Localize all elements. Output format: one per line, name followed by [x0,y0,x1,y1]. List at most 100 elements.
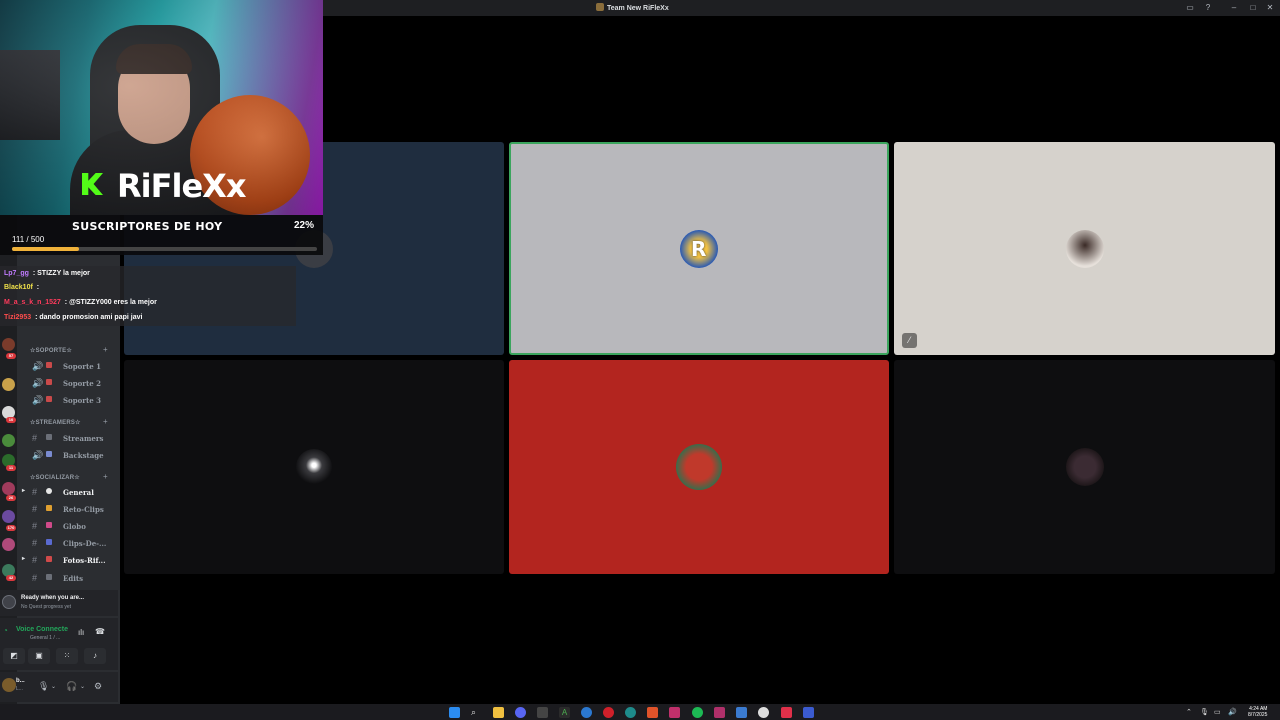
noise-suppression-icon[interactable]: ılı [78,628,84,637]
username[interactable]: b... [16,678,25,684]
channel-general[interactable]: ▸ # General [22,484,114,499]
channel-label: Soporte 2 [63,379,101,388]
channel-label: Streamers [63,434,104,443]
voice-status[interactable]: Voice Connecte [16,626,68,633]
camera-button[interactable]: ◩ [3,648,25,664]
channel-label: General [63,488,94,497]
volume-icon[interactable]: 🔊 [1228,708,1237,716]
headphones-icon[interactable]: 🎧 [66,681,77,692]
system-clock[interactable]: 4:24 AM 8/7/2025 [1248,706,1267,718]
channel-backstage[interactable]: 🔊 Backstage [24,447,114,462]
chat-username: Black10f [4,284,33,291]
participant-tile-3[interactable]: ⁄ [894,142,1275,355]
server-icon[interactable] [2,482,15,495]
brave-icon[interactable] [647,707,658,718]
minimize-button[interactable]: – [1228,2,1240,14]
server-icon[interactable] [2,434,15,447]
help-icon[interactable]: ? [1202,2,1214,14]
channel-fotos-rif[interactable]: ▸ # Fotos-Rif... [22,552,114,567]
goal-count: 111 / 500 [12,235,45,244]
start-menu-icon[interactable] [449,707,460,718]
hash-icon: # [32,433,38,443]
app-icon[interactable] [736,707,747,718]
tray-mic-icon[interactable]: 🎙 [1200,708,1209,716]
category-socializar[interactable]: ☆SOCIALIZAR☆ [30,474,80,481]
chat-username: M_a_s_k_n_1527 [4,299,61,306]
edge-icon[interactable] [625,707,636,718]
network-icon[interactable]: ▭ [1214,708,1221,716]
server-icon[interactable] [2,378,15,391]
signal-icon[interactable]: ◔ [3,626,8,635]
channel-soporte-2[interactable]: 🔊 Soporte 2 [24,375,114,390]
channel-reto-clips[interactable]: # Reto-Clips [24,501,114,516]
participant-avatar [676,444,722,490]
app-icon[interactable] [581,707,592,718]
app-icon[interactable]: A [559,707,570,718]
participant-avatar: R [680,229,718,268]
steam-icon[interactable] [803,707,814,718]
spotify-icon[interactable] [692,707,703,718]
server-badge: 26 [6,495,16,501]
app-icon[interactable] [714,707,725,718]
tiktok-icon[interactable] [781,707,792,718]
channel-emoji-icon [46,574,52,580]
add-channel-icon[interactable]: + [103,472,108,481]
goal-progress-fill [12,247,80,251]
channel-edits[interactable]: # Edits [24,570,114,585]
add-channel-icon[interactable]: + [103,417,108,426]
chevron-down-icon[interactable]: ⌄ [80,683,85,690]
server-icon[interactable] [2,510,15,523]
microphone-icon[interactable]: 🎙 [38,681,49,692]
obs-icon[interactable] [758,707,769,718]
screen-share-button[interactable]: ▣ [28,648,50,664]
participant-tile-6[interactable] [894,360,1275,574]
channel-emoji-icon [46,505,52,511]
file-explorer-icon[interactable] [493,707,504,718]
channel-soporte-3[interactable]: 🔊 Soporte 3 [24,392,114,407]
channel-clips-de[interactable]: # Clips-De-... [24,535,114,550]
server-icon [596,3,604,11]
server-icon[interactable] [2,338,15,351]
activity-button[interactable]: ⁙ [56,648,78,664]
app-icon[interactable] [669,707,680,718]
close-button[interactable]: ✕ [1264,2,1276,14]
opera-icon[interactable] [603,707,614,718]
channel-emoji-icon [46,539,52,545]
hash-icon: # [32,521,38,531]
disconnect-icon[interactable]: ☎ [95,627,105,636]
settings-gear-icon[interactable]: ⚙ [94,681,102,692]
category-streamers[interactable]: ☆STREAMERS☆ [30,419,81,426]
speaker-icon: 🔊 [32,361,44,371]
channel-streamers[interactable]: # Streamers [24,430,114,445]
server-badge: 42 [6,575,16,581]
channel-emoji-icon [46,362,52,368]
tray-overflow-icon[interactable]: ⌃ [1186,708,1192,716]
server-icon[interactable] [2,538,15,551]
hash-icon: # [32,538,38,548]
soundboard-button[interactable]: ♪ [84,648,106,664]
quest-panel[interactable]: Ready when you are... No Quest progress … [0,590,118,616]
voice-channel[interactable]: General 1 / ... [30,635,60,641]
add-channel-icon[interactable]: + [103,345,108,354]
hash-icon: # [32,487,38,497]
participant-tile-2-speaking[interactable]: R [509,142,889,355]
category-soporte[interactable]: ☆SOPORTE☆ [30,347,72,354]
participant-avatar [1065,229,1104,268]
chat-text: STIZZY la mejor [37,270,90,277]
channel-globo[interactable]: # Globo [24,518,114,533]
user-panel: b... L... 🎙 ⌄ 🎧 ⌄ ⚙ [0,672,118,702]
participant-tile-5[interactable] [509,360,889,574]
channel-emoji-icon [46,556,52,562]
hash-icon: # [32,504,38,514]
search-icon[interactable]: ⌕ [471,707,482,718]
channel-soporte-1[interactable]: 🔊 Soporte 1 [24,358,114,373]
chevron-down-icon[interactable]: ⌄ [51,683,56,690]
participant-tile-4[interactable] [124,360,504,574]
maximize-button[interactable]: □ [1247,2,1259,14]
epic-games-icon[interactable] [537,707,548,718]
streamer-brand-name: RiFleXx [117,167,246,205]
discord-icon[interactable] [515,707,526,718]
inbox-icon[interactable]: ▭ [1184,2,1196,14]
avatar[interactable] [2,678,16,692]
channel-emoji-icon [46,396,52,402]
